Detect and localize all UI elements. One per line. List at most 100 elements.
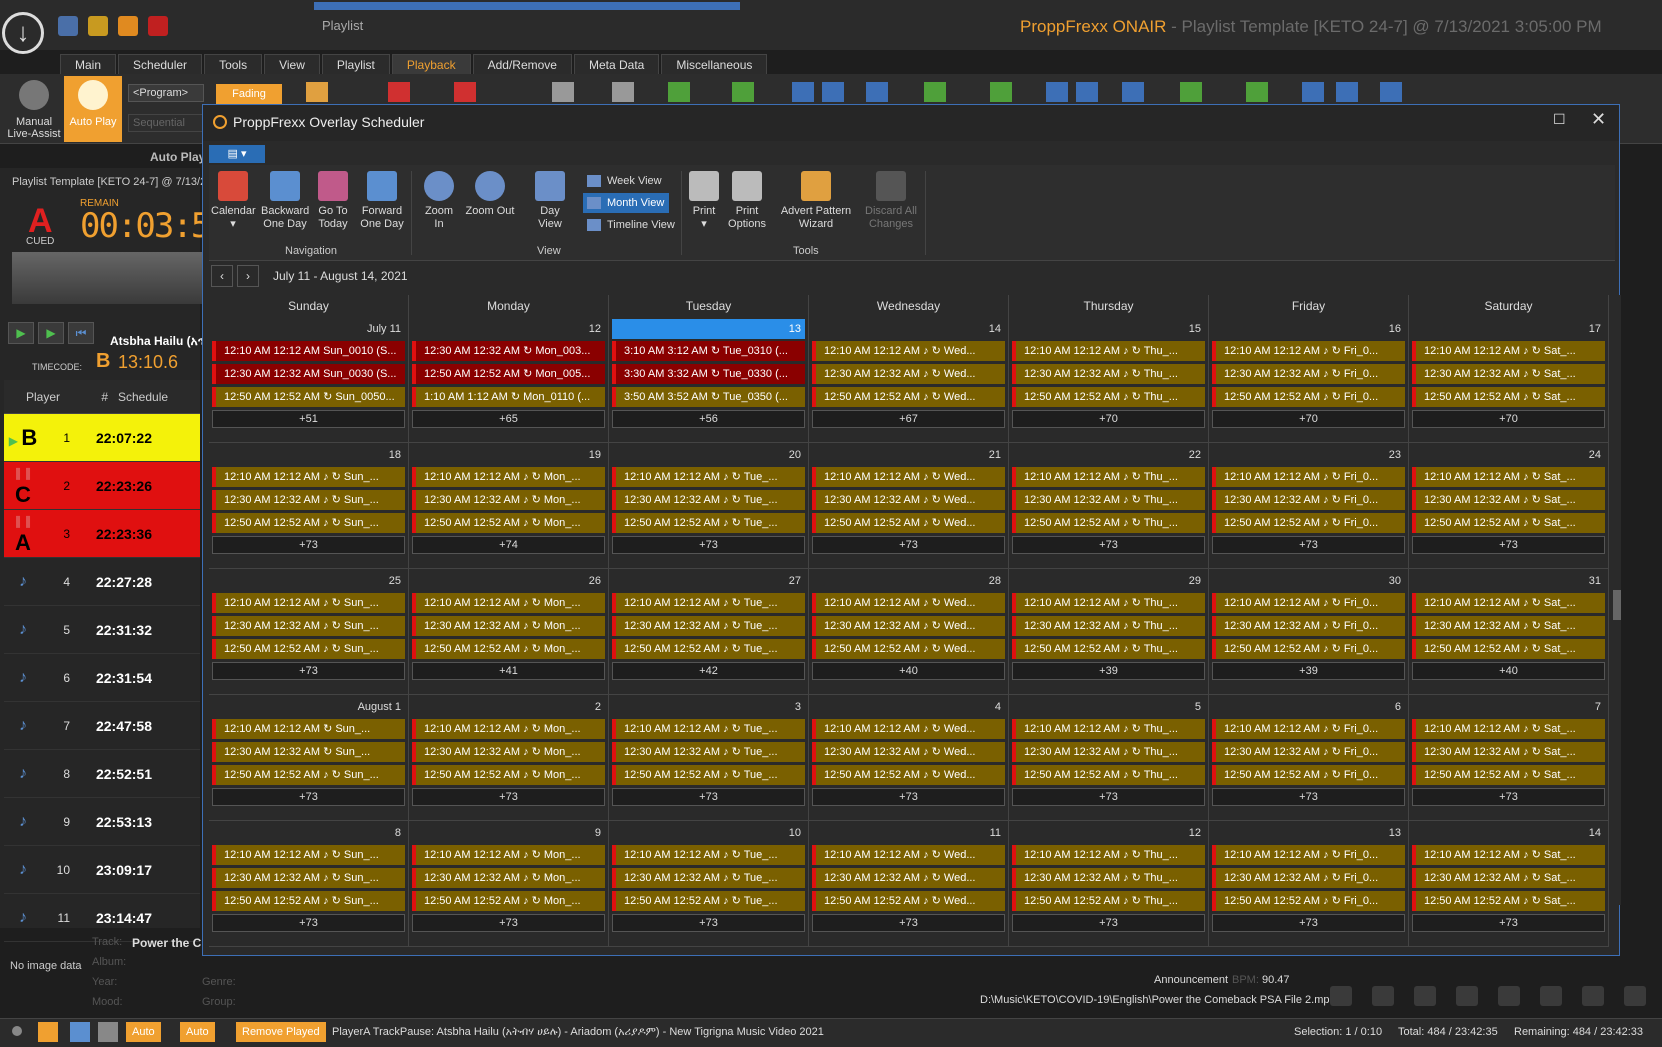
calendar-event[interactable]: 12:10 AM 12:12 AM ♪ ↻ Fri_0... [1212,845,1405,865]
calendar-event[interactable]: 12:10 AM 12:12 AM ♪ ↻ Wed... [812,467,1005,487]
calendar-event[interactable]: 12:30 AM 12:32 AM ♪ ↻ Fri_0... [1212,490,1405,510]
calendar-event[interactable]: 12:30 AM 12:32 AM ♪ ↻ Sun_... [212,868,405,888]
playlist-row[interactable]: ♪ 8 22:52:51 [4,750,200,798]
playlist-row[interactable]: ❚❚ A 3 22:23:36 [4,510,200,558]
calendar-event[interactable]: 12:10 AM 12:12 AM ♪ ↻ Mon_... [412,467,605,487]
eject-icon[interactable] [866,82,888,102]
tab-playback[interactable]: Playback [391,54,471,74]
calendar-event[interactable]: 12:50 AM 12:52 AM ♪ ↻ Sat_... [1412,891,1605,911]
calendar-day[interactable]: 22 12:10 AM 12:12 AM ♪ ↻ Thu_... 12:30 AM … [1009,443,1209,569]
calendar-event[interactable]: 12:50 AM 12:52 AM ♪ ↻ Sat_... [1412,639,1605,659]
calendar-event[interactable]: 12:30 AM 12:32 AM ♪ ↻ Sun_... [212,490,405,510]
calendar-day[interactable]: 21 12:10 AM 12:12 AM ♪ ↻ Wed... 12:30 AM 1… [809,443,1009,569]
go-to-today-button[interactable]: Go To Today [313,171,353,231]
calendar-event[interactable]: 12:10 AM 12:12 AM ♪ ↻ Mon_... [412,719,605,739]
calendar-event[interactable]: 12:50 AM 12:52 AM ♪ ↻ Fri_0... [1212,387,1405,407]
calendar-event[interactable]: 12:10 AM 12:12 AM ♪ ↻ Sat_... [1412,467,1605,487]
calendar-event[interactable]: 12:50 AM 12:52 AM ♪ ↻ Tue_... [612,513,805,533]
calendar-event[interactable]: 12:50 AM 12:52 AM ♪ ↻ Sat_... [1412,513,1605,533]
calendar-event[interactable]: 12:30 AM 12:32 AM ♪ ↻ Sun_... [212,616,405,636]
calendar-event[interactable]: 12:50 AM 12:52 AM ↻ Sun_0050... [212,387,405,407]
calendar-event[interactable]: 12:30 AM 12:32 AM ♪ ↻ Wed... [812,616,1005,636]
stack-icon[interactable] [1498,986,1520,1006]
calendar-event[interactable]: 12:10 AM 12:12 AM ♪ ↻ Wed... [812,719,1005,739]
calendar-day[interactable]: August 1 12:10 AM 12:12 AM ↻ Sun_... 12:30… [209,695,409,821]
discard-changes-button[interactable]: Discard All Changes [863,171,919,231]
col-player[interactable]: Player [4,390,60,404]
calendar-day[interactable]: 19 12:10 AM 12:12 AM ♪ ↻ Mon_... 12:30 AM … [409,443,609,569]
rewind-icon[interactable] [822,82,844,102]
more-events-button[interactable]: +67 [812,410,1005,428]
calendar-day[interactable]: 25 12:10 AM 12:12 AM ♪ ↻ Sun_... 12:30 AM … [209,569,409,695]
calendar-event[interactable]: 12:10 AM 12:12 AM ♪ ↻ Thu_... [1012,593,1205,613]
app-menu-icon[interactable]: ↓ [2,12,44,54]
calendar-day[interactable]: 12 12:30 AM 12:32 AM ↻ Mon_003... 12:50 AM… [409,317,609,443]
more-events-button[interactable]: +73 [412,788,605,806]
day-view-button[interactable]: Day View [527,171,573,231]
calendar-event[interactable]: 12:30 AM 12:32 AM ♪ ↻ Mon_... [412,742,605,762]
more-events-button[interactable]: +73 [412,914,605,932]
calendar-event[interactable]: 12:50 AM 12:52 AM ♪ ↻ Wed... [812,891,1005,911]
calendar-day[interactable]: 8 12:10 AM 12:12 AM ♪ ↻ Sun_... 12:30 AM 1… [209,821,409,947]
more-events-button[interactable]: +73 [212,662,405,680]
more-events-button[interactable]: +73 [1012,536,1205,554]
playlist-row[interactable]: ♪ 4 22:27:28 [4,558,200,606]
copy-icon[interactable] [1414,986,1436,1006]
maximize-icon[interactable]: ☐ [1553,111,1566,128]
more-events-button[interactable]: +73 [212,914,405,932]
calendar-day[interactable]: 11 12:10 AM 12:12 AM ♪ ↻ Wed... 12:30 AM 1… [809,821,1009,947]
calendar-day[interactable]: 16 12:10 AM 12:12 AM ♪ ↻ Fri_0... 12:30 AM… [1209,317,1409,443]
hourglass-icon[interactable] [1582,986,1604,1006]
calendar-event[interactable]: 12:50 AM 12:52 AM ♪ ↻ Wed... [812,387,1005,407]
calendar-event[interactable]: 12:10 AM 12:12 AM ♪ ↻ Sat_... [1412,593,1605,613]
calendar-event[interactable]: 12:30 AM 12:32 AM ♪ ↻ Mon_... [412,868,605,888]
more-events-button[interactable]: +73 [212,788,405,806]
calendar-event[interactable]: 12:10 AM 12:12 AM ♪ ↻ Sun_... [212,467,405,487]
more-events-button[interactable]: +70 [1012,410,1205,428]
rewind-b-icon[interactable] [1076,82,1098,102]
calendar-event[interactable]: 12:30 AM 12:32 AM ↻ Sun_... [212,742,405,762]
calendar-event[interactable]: 12:50 AM 12:52 AM ♪ ↻ Sat_... [1412,765,1605,785]
tab-scheduler[interactable]: Scheduler [118,54,203,74]
calendar-button[interactable]: Calendar ▾ [211,171,256,231]
calendar-event[interactable]: 12:10 AM 12:12 AM ♪ ↻ Fri_0... [1212,341,1405,361]
player-c2-icon[interactable] [1246,82,1268,102]
flag-icon[interactable] [1624,986,1646,1006]
more-events-button[interactable]: +56 [612,410,805,428]
calendar-event[interactable]: 12:30 AM 12:32 AM ♪ ↻ Sat_... [1412,742,1605,762]
calendar-event[interactable]: 12:30 AM 12:32 AM ♪ ↻ Sat_... [1412,868,1605,888]
calendar-event[interactable]: 12:10 AM 12:12 AM ♪ ↻ Wed... [812,593,1005,613]
calendar-event[interactable]: 12:30 AM 12:32 AM ♪ ↻ Fri_0... [1212,364,1405,384]
calendar-day[interactable]: 14 12:10 AM 12:12 AM ♪ ↻ Sat_... 12:30 AM … [1409,821,1609,947]
forward-one-day-button[interactable]: Forward One Day [359,171,405,231]
calendar-event[interactable]: 12:50 AM 12:52 AM ♪ ↻ Wed... [812,765,1005,785]
play-icon[interactable] [454,82,476,102]
col-schedule[interactable]: Schedule [108,390,188,404]
calendar-event[interactable]: 12:30 AM 12:32 AM ♪ ↻ Thu_... [1012,742,1205,762]
more-events-button[interactable]: +40 [812,662,1005,680]
more-events-button[interactable]: +73 [812,536,1005,554]
month-view-option[interactable]: Month View [583,193,669,213]
calendar-day[interactable]: 31 12:10 AM 12:12 AM ♪ ↻ Sat_... 12:30 AM … [1409,569,1609,695]
calendar-day[interactable]: 17 12:10 AM 12:12 AM ♪ ↻ Sat_... 12:30 AM … [1409,317,1609,443]
eject-b-icon[interactable] [1122,82,1144,102]
previous-range-icon[interactable]: ‹ [211,265,233,287]
more-events-button[interactable]: +73 [1212,788,1405,806]
calendar-event[interactable]: 3:50 AM 3:52 AM ↻ Tue_0350 (... [612,387,805,407]
pause-b-icon[interactable] [1046,82,1068,102]
zoom-in-button[interactable]: Zoom In [419,171,459,231]
calendar-day[interactable]: 6 12:10 AM 12:12 AM ♪ ↻ Fri_0... 12:30 AM … [1209,695,1409,821]
playlist-icon[interactable] [88,16,108,36]
calendar-day[interactable]: 13 3:10 AM 3:12 AM ↻ Tue_0310 (... 3:30 AM… [609,317,809,443]
calendar-event[interactable]: 12:10 AM 12:12 AM ↻ Sun_... [212,719,405,739]
calendar-event[interactable]: 12:10 AM 12:12 AM ♪ ↻ Tue_... [612,719,805,739]
calendar-event[interactable]: 12:30 AM 12:32 AM ♪ ↻ Wed... [812,742,1005,762]
calendar-event[interactable]: 12:50 AM 12:52 AM ♪ ↻ Fri_0... [1212,891,1405,911]
pause-c-icon[interactable] [1302,82,1324,102]
playlist-row[interactable]: ♪ 6 22:31:54 [4,654,200,702]
calendar-day[interactable]: 29 12:10 AM 12:12 AM ♪ ↻ Thu_... 12:30 AM … [1009,569,1209,695]
calendar-event[interactable]: 12:50 AM 12:52 AM ♪ ↻ Fri_0... [1212,639,1405,659]
calendar-event[interactable]: 12:10 AM 12:12 AM ♪ ↻ Tue_... [612,845,805,865]
week-view-option[interactable]: Week View [583,171,669,191]
calendar-event[interactable]: 12:10 AM 12:12 AM ♪ ↻ Fri_0... [1212,467,1405,487]
